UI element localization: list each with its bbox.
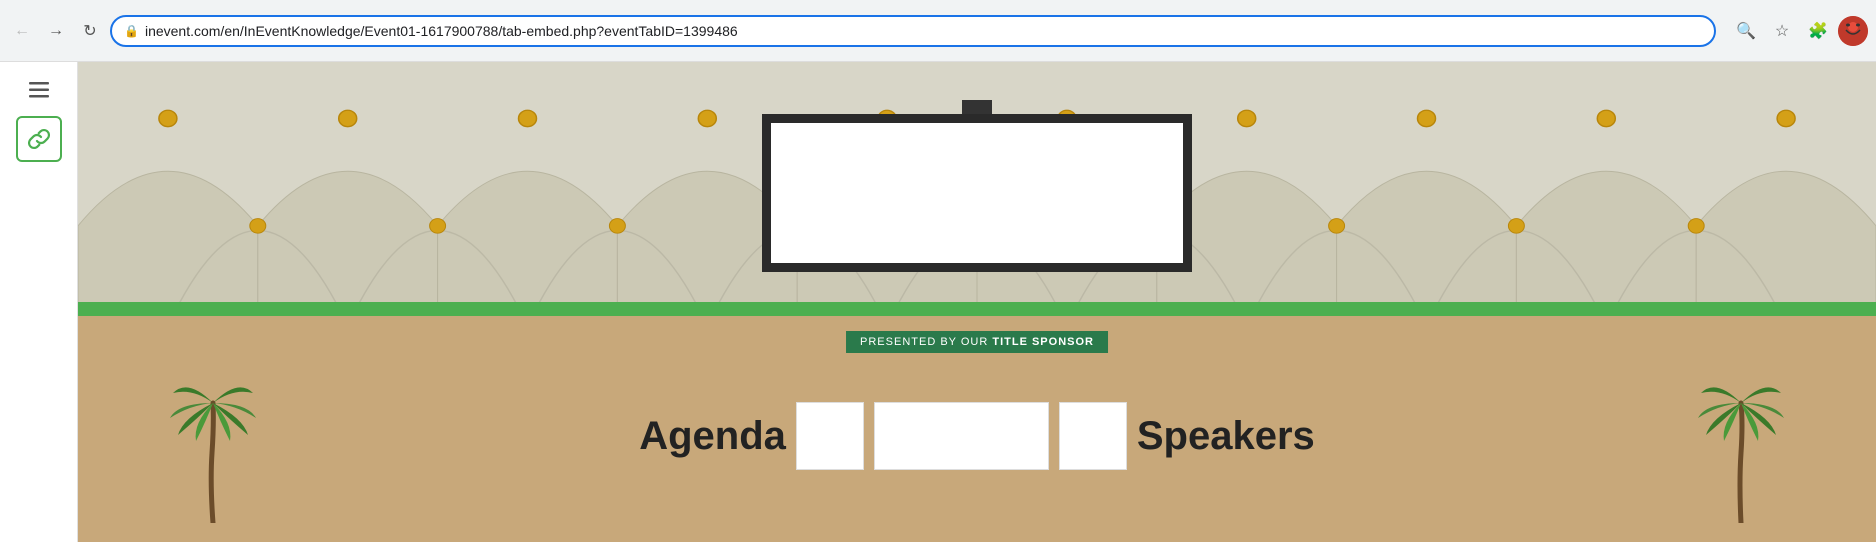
screen-container [762,100,1192,272]
reload-button[interactable]: ↻ [76,17,104,45]
agenda-white-box [796,402,864,470]
speakers-label: Speakers [1137,414,1315,459]
agenda-section: Agenda [639,402,864,470]
extensions-icon[interactable]: 🧩 [1802,15,1834,47]
link-button[interactable] [16,116,62,162]
bookmark-icon[interactable]: ☆ [1766,15,1798,47]
speakers-section: Speakers [1059,402,1315,470]
forward-button[interactable]: → [42,17,70,45]
page-content: PRESENTED BY OUR TITLE SPONSOR Agenda Sp… [0,62,1876,542]
avatar[interactable] [1838,16,1868,46]
bottom-panels: Agenda Speakers [78,331,1876,542]
sidebar [0,62,78,542]
agenda-label: Agenda [639,414,786,459]
screen-display [771,123,1183,263]
speakers-white-box [1059,402,1127,470]
green-stripe [78,302,1876,316]
screen-mount [962,100,992,114]
search-icon[interactable]: 🔍 [1730,15,1762,47]
url-text: inevent.com/en/InEventKnowledge/Event01-… [145,23,1702,39]
screen-frame [762,114,1192,272]
hamburger-menu-icon[interactable] [25,76,53,104]
lock-icon: 🔒 [124,24,139,38]
back-button[interactable]: ← [8,17,36,45]
main-area: PRESENTED BY OUR TITLE SPONSOR Agenda Sp… [78,62,1876,542]
address-bar[interactable]: 🔒 inevent.com/en/InEventKnowledge/Event0… [110,15,1716,47]
toolbar-right: 🔍 ☆ 🧩 [1730,15,1868,47]
browser-chrome: ← → ↻ 🔒 inevent.com/en/InEventKnowledge/… [0,0,1876,62]
center-sponsor-box [874,402,1049,470]
